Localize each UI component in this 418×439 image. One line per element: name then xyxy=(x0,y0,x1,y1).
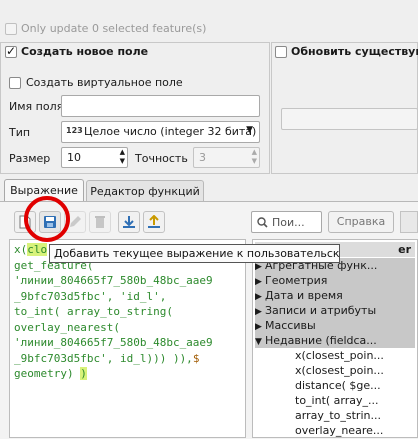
tree-group-label: Недавние (fieldca... xyxy=(265,334,377,347)
tree-group-arrays[interactable]: ▶ Массивы xyxy=(255,318,415,333)
tree-item-recent-6[interactable]: overlay_neare... xyxy=(295,423,415,438)
virtual-field-checkbox[interactable] xyxy=(9,77,21,89)
import-expressions-button[interactable] xyxy=(118,211,140,233)
tree-group-label: Массивы xyxy=(265,319,316,332)
field-name-label: Имя поля xyxy=(9,100,64,113)
expression-code-line-9: geometry) ) xyxy=(14,367,87,380)
field-type-value: Целое число (integer 32 бита) xyxy=(84,125,257,138)
expression-code-line-3: 'линии_804665f7_580b_48bc_aae9 xyxy=(14,274,213,287)
save-tooltip: Добавить текущее выражение к пользовател… xyxy=(49,244,340,263)
tree-group-records[interactable]: ▶ Записи и атрибуты xyxy=(255,303,415,318)
spin-arrows-icon: ▲ ▼ xyxy=(251,148,257,165)
upload-icon xyxy=(148,215,160,228)
expression-code-line-8: _9bfc703d5fbc', id_l))) )),$ xyxy=(14,351,200,365)
tab-function-editor[interactable]: Редактор функций xyxy=(86,180,204,202)
field-type-label: Тип xyxy=(9,126,31,139)
function-search-input[interactable]: Пои... xyxy=(251,211,322,233)
update-existing-title: Обновить существую xyxy=(291,45,418,58)
tree-group-label: Дата и время xyxy=(265,289,343,302)
export-expressions-button[interactable] xyxy=(143,211,165,233)
tree-group-geometry[interactable]: ▶ Геометрия xyxy=(255,273,415,288)
tree-item-recent-2[interactable]: x(closest_poin... xyxy=(295,363,415,378)
only-update-label: Only update 0 selected feature(s) xyxy=(21,22,207,35)
expression-code-line-7: 'линии_804665f7_580b_48bc_aae9 xyxy=(14,336,213,349)
field-size-label: Размер xyxy=(9,152,51,165)
tree-item-recent-5[interactable]: array_to_strin... xyxy=(295,408,415,423)
field-name-input[interactable] xyxy=(61,95,260,117)
field-size-spinbox[interactable]: 10 ▲ ▼ xyxy=(61,147,128,168)
annotation-circle xyxy=(24,196,70,242)
create-field-checkbox[interactable] xyxy=(5,44,17,58)
expand-arrow-icon: ▶ xyxy=(255,292,262,302)
search-icon xyxy=(257,217,268,228)
chevron-down-icon: ▼ xyxy=(246,125,253,135)
existing-field-select[interactable] xyxy=(281,108,418,130)
expand-arrow-icon: ▶ xyxy=(255,307,262,317)
virtual-field-label: Создать виртуальное поле xyxy=(26,76,183,89)
delete-expression-button[interactable] xyxy=(89,211,111,233)
tree-group-label: Записи и атрибуты xyxy=(265,304,377,317)
expression-code-line-4: _9bfc703d5fbc', 'id_l', xyxy=(14,289,167,303)
pencil-icon xyxy=(70,216,81,227)
tree-group-recent[interactable]: ▼ Недавние (fieldca... xyxy=(255,333,415,348)
download-icon xyxy=(123,216,135,228)
trash-icon xyxy=(95,216,105,228)
spin-arrows-icon: ▲ ▼ xyxy=(119,148,125,165)
tree-group-label: Геометрия xyxy=(265,274,328,287)
tree-item-recent-4[interactable]: to_int( array_... xyxy=(295,393,415,408)
code-dollar: $ xyxy=(192,351,200,365)
expression-code-line-5: to_int( array_to_string( xyxy=(14,305,173,318)
code-highlight: clo xyxy=(27,243,48,256)
code-bracket-highlight: ) xyxy=(80,367,87,380)
right-panel-edge xyxy=(400,211,418,233)
precision-label: Точность xyxy=(135,152,188,165)
expand-arrow-icon: ▶ xyxy=(255,277,262,287)
update-existing-checkbox[interactable] xyxy=(275,46,287,58)
expression-code-line-6: overlay_nearest( xyxy=(14,320,120,334)
help-button[interactable]: Справка xyxy=(328,211,394,233)
tree-item-recent-3[interactable]: distance( $ge... xyxy=(295,378,415,393)
tree-group-datetime[interactable]: ▶ Дата и время xyxy=(255,288,415,303)
field-size-value: 10 xyxy=(67,151,81,164)
precision-spinbox[interactable]: 3 ▲ ▼ xyxy=(193,147,260,168)
only-update-checkbox[interactable] xyxy=(5,23,17,35)
tree-item-recent-1[interactable]: x(closest_poin... xyxy=(295,348,415,363)
expression-code-line-1: x(clo xyxy=(14,243,48,256)
field-type-select[interactable]: 123 Целое число (integer 32 бита) ▼ xyxy=(61,121,260,143)
integer-type-icon: 123 xyxy=(66,126,83,135)
precision-value: 3 xyxy=(199,151,206,164)
expand-arrow-icon: ▶ xyxy=(255,322,262,332)
collapse-arrow-icon: ▼ xyxy=(255,337,262,347)
search-placeholder: Пои... xyxy=(272,216,305,229)
create-field-title: Создать новое поле xyxy=(21,45,149,58)
